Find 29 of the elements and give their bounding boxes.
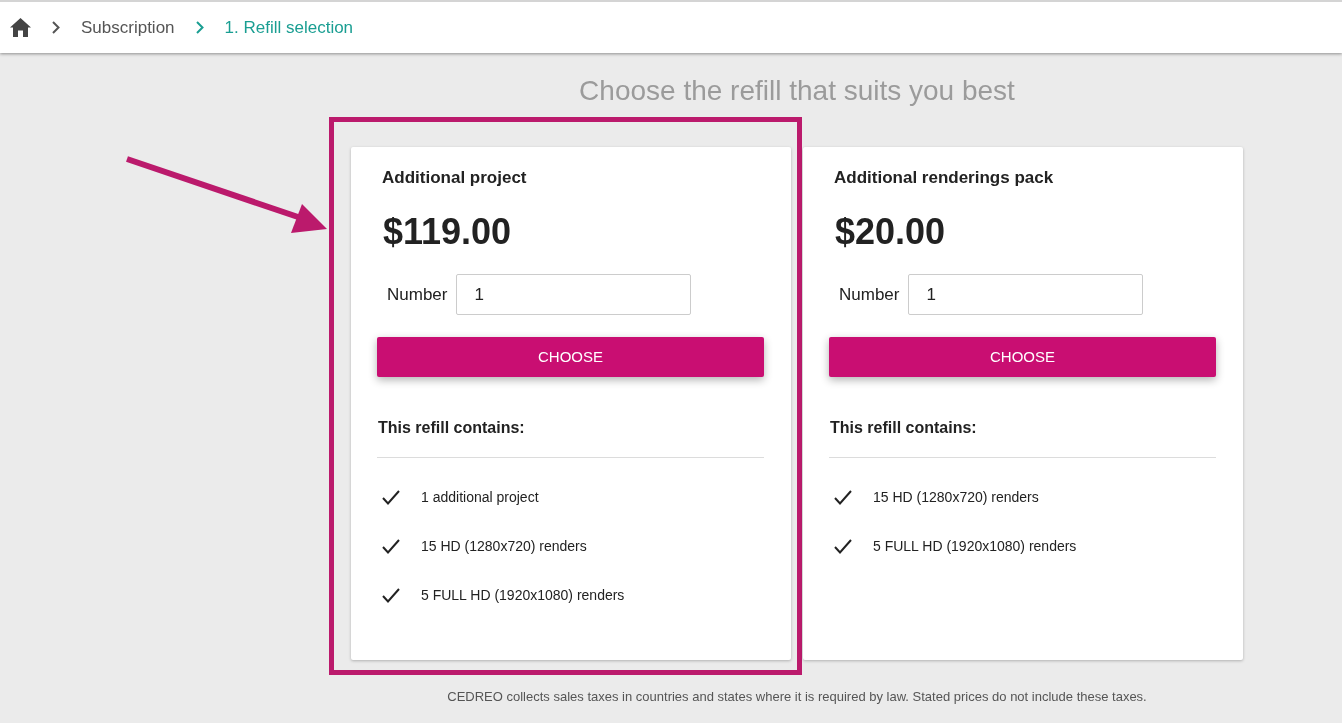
check-icon [382,588,400,603]
home-icon[interactable] [10,18,31,37]
feature-text: 15 HD (1280x720) renders [421,537,587,556]
tax-note: CEDREO collects sales taxes in countries and states where it is required by law. Stated prices do not include these taxes. [446,688,1148,706]
feature-text: 1 additional project [421,488,539,507]
offer-title: Additional project [381,167,528,189]
breadcrumb-current: 1. Refill selection [224,16,354,39]
price: $119.00 [382,210,513,254]
feature-text: 5 FULL HD (1920x1080) renders [873,537,1077,556]
number-label: Number [387,283,448,306]
check-icon [834,490,852,505]
check-icon [382,490,400,505]
check-icon [382,539,400,554]
chevron-icon [195,21,204,34]
number-input[interactable]: 1 [908,274,1144,315]
contents-heading: This refill contains: [830,418,978,438]
number-input[interactable]: 1 [456,274,692,315]
breadcrumb-link[interactable]: Subscription [81,14,175,41]
page-title: Choose the refill that suits you best [578,74,1016,108]
feature-text: 5 FULL HD (1920x1080) renders [421,586,625,605]
price: $20.00 [834,210,947,254]
contents-heading: This refill contains: [378,418,526,438]
choose-button[interactable]: CHOOSE [377,337,764,377]
choose-button[interactable]: CHOOSE [829,337,1216,377]
check-icon [834,539,852,554]
number-label: Number [839,283,900,306]
chevron-icon [52,21,60,34]
feature-text: 15 HD (1280x720) renders [873,488,1039,507]
offer-title: Additional renderings pack [833,167,1055,189]
